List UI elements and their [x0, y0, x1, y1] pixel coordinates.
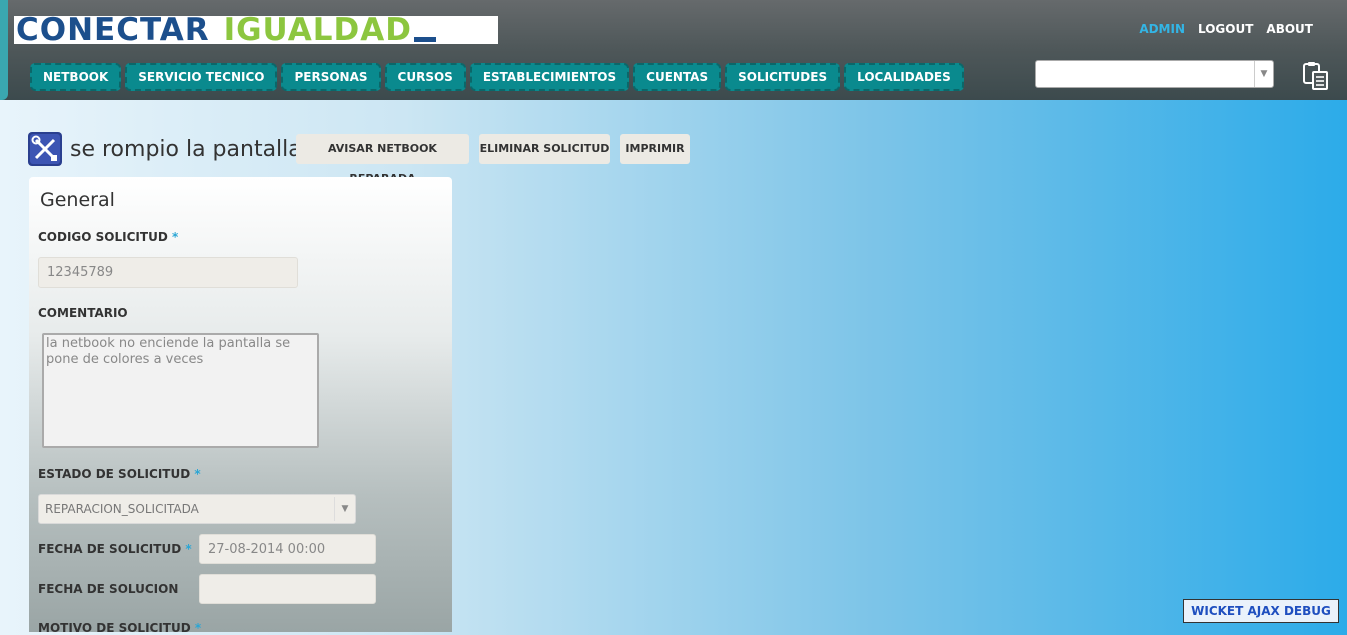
codigo-label: CODIGO SOLICITUD *: [38, 230, 178, 244]
main-nav: NETBOOK SERVICIO TECNICO PERSONAS CURSOS…: [30, 63, 964, 91]
top-links: ADMIN LOGOUT ABOUT: [1139, 22, 1313, 36]
logout-link[interactable]: LOGOUT: [1198, 22, 1253, 36]
wicket-ajax-debug-link[interactable]: WICKET AJAX DEBUG: [1183, 599, 1339, 623]
tools-icon: [28, 132, 62, 166]
estado-select-value: REPARACION_SOLICITADA: [45, 502, 199, 516]
required-mark: *: [185, 542, 192, 556]
estado-select[interactable]: REPARACION_SOLICITADA ▼: [38, 494, 356, 524]
header: CONECTAR IGUALDAD ADMIN LOGOUT ABOUT NET…: [0, 0, 1347, 100]
section-title: General: [40, 189, 115, 211]
logo[interactable]: CONECTAR IGUALDAD: [14, 16, 498, 44]
logo-part2: IGUALDAD: [223, 16, 412, 44]
fecha-solicitud-label: FECHA DE SOLICITUD *: [38, 542, 192, 556]
nav-item-servicio-tecnico[interactable]: SERVICIO TECNICO: [125, 63, 278, 91]
nav-item-cuentas[interactable]: CUENTAS: [633, 63, 722, 91]
notify-repaired-button[interactable]: AVISAR NETBOOK REPARADA: [296, 134, 469, 185]
title-row: se rompio la pantalla: [28, 132, 302, 166]
estado-label-text: ESTADO DE SOLICITUD: [38, 467, 191, 481]
comentario-textarea[interactable]: la netbook no enciende la pantalla se po…: [42, 333, 319, 448]
header-accent: [0, 0, 8, 100]
admin-link[interactable]: ADMIN: [1139, 22, 1185, 36]
required-mark: *: [194, 621, 202, 635]
motivo-label-text: MOTIVO DE SOLICITUD: [38, 621, 191, 635]
chevron-down-icon[interactable]: ▼: [334, 497, 355, 521]
nav-item-solicitudes[interactable]: SOLICITUDES: [725, 63, 841, 91]
required-mark: *: [171, 230, 179, 244]
fecha-solucion-label: FECHA DE SOLUCION: [38, 582, 179, 596]
required-mark: *: [194, 467, 201, 481]
codigo-input[interactable]: 12345789: [38, 257, 298, 288]
about-link[interactable]: ABOUT: [1266, 22, 1313, 36]
fecha-solucion-input[interactable]: [199, 574, 376, 604]
fecha-solicitud-label-text: FECHA DE SOLICITUD: [38, 542, 182, 556]
nav-item-cursos[interactable]: CURSOS: [384, 63, 466, 91]
comentario-label: COMENTARIO: [38, 306, 128, 320]
nav-item-personas[interactable]: PERSONAS: [281, 63, 381, 91]
motivo-label: MOTIVO DE SOLICITUD *: [38, 621, 201, 635]
logo-part1: CONECTAR: [16, 16, 210, 44]
nav-item-netbook[interactable]: NETBOOK: [30, 63, 122, 91]
chevron-down-icon[interactable]: ▼: [1254, 61, 1273, 87]
header-select[interactable]: ▼: [1035, 60, 1274, 88]
codigo-label-text: CODIGO SOLICITUD: [38, 230, 168, 244]
nav-item-localidades[interactable]: LOCALIDADES: [844, 63, 964, 91]
delete-request-button[interactable]: ELIMINAR SOLICITUD: [479, 134, 610, 164]
fecha-solicitud-input[interactable]: 27-08-2014 00:00: [199, 534, 376, 564]
general-panel: General CODIGO SOLICITUD * 12345789 COME…: [29, 177, 452, 635]
clipboard-icon[interactable]: [1301, 62, 1331, 90]
print-button[interactable]: IMPRIMIR: [620, 134, 690, 164]
nav-item-establecimientos[interactable]: ESTABLECIMIENTOS: [469, 63, 630, 91]
page-title: se rompio la pantalla: [70, 136, 302, 162]
estado-label: ESTADO DE SOLICITUD *: [38, 467, 201, 481]
logo-underscore: [413, 37, 436, 42]
